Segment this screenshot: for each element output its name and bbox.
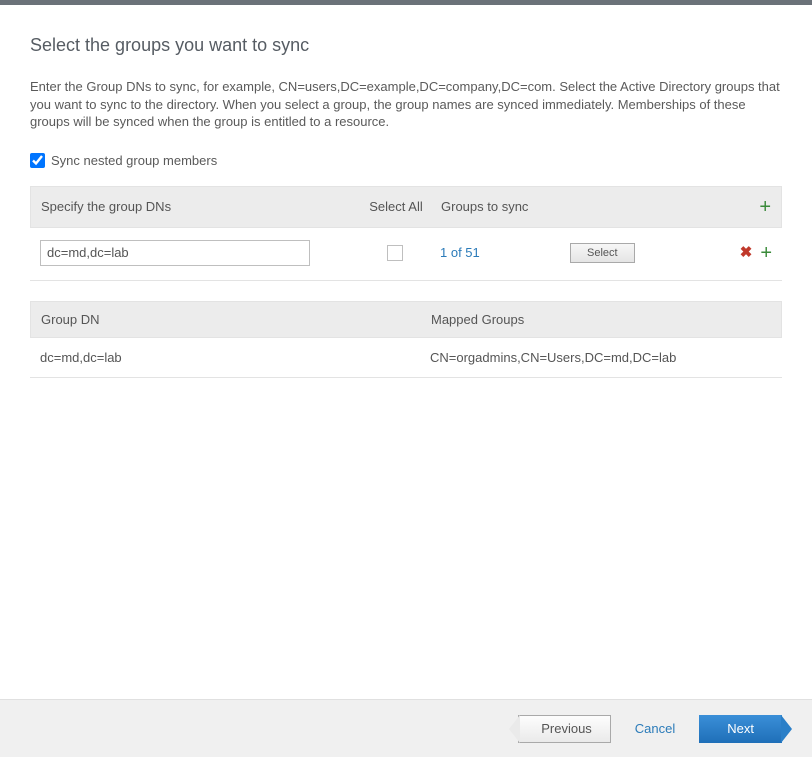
page-description: Enter the Group DNs to sync, for example… <box>30 78 782 131</box>
footer-bar: Previous Cancel Next <box>0 699 812 757</box>
page-title: Select the groups you want to sync <box>30 35 782 56</box>
nested-groups-checkbox[interactable] <box>30 153 45 168</box>
previous-button[interactable]: Previous <box>518 715 611 743</box>
remove-row-icon[interactable]: ✖ <box>740 245 753 260</box>
add-row-inline-icon[interactable]: + <box>760 243 772 263</box>
next-button[interactable]: Next <box>699 715 782 743</box>
select-all-checkbox[interactable] <box>387 245 403 261</box>
group-dn-input[interactable] <box>40 240 310 266</box>
mapping-table-header: Group DN Mapped Groups <box>30 301 782 338</box>
mapping-table-row: dc=md,dc=lab CN=orgadmins,CN=Users,DC=md… <box>30 338 782 378</box>
cancel-link[interactable]: Cancel <box>635 721 675 736</box>
select-groups-button[interactable]: Select <box>570 243 635 263</box>
nested-groups-row: Sync nested group members <box>30 153 782 168</box>
mapping-mapped-value: CN=orgadmins,CN=Users,DC=md,DC=lab <box>430 350 772 365</box>
header-group-dn: Group DN <box>41 312 431 327</box>
nested-groups-label: Sync nested group members <box>51 153 217 168</box>
add-row-icon[interactable]: + <box>759 197 771 217</box>
groups-count-link[interactable]: 1 of 51 <box>440 245 480 260</box>
mapping-dn-value: dc=md,dc=lab <box>40 350 430 365</box>
header-select-all: Select All <box>351 199 441 214</box>
header-specify-dns: Specify the group DNs <box>41 199 351 214</box>
dn-table-header: Specify the group DNs Select All Groups … <box>30 186 782 228</box>
header-mapped-groups: Mapped Groups <box>431 312 771 327</box>
header-groups-to-sync: Groups to sync <box>441 199 641 214</box>
dn-table-row: 1 of 51 Select ✖ + <box>30 228 782 281</box>
main-content: Select the groups you want to sync Enter… <box>0 5 812 378</box>
